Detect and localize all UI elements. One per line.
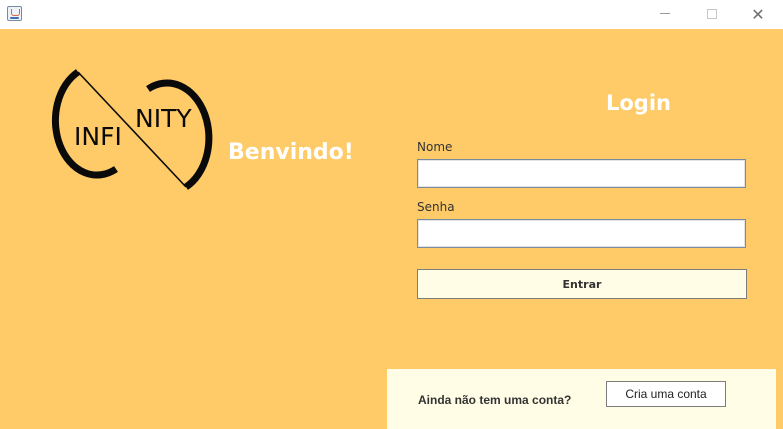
app-window: ✕ INFI NITY Benvindo! Login Nome Senha E… <box>0 0 783 429</box>
minimize-icon <box>660 13 670 14</box>
maximize-button[interactable] <box>689 0 735 29</box>
signup-panel: Ainda não tem uma conta? Cria uma conta <box>387 369 776 429</box>
title-bar: ✕ <box>0 0 783 29</box>
java-app-icon <box>7 6 22 21</box>
maximize-icon <box>707 8 717 19</box>
close-button[interactable]: ✕ <box>735 0 781 29</box>
name-input[interactable] <box>417 159 746 188</box>
infinity-logo: INFI NITY <box>51 69 213 190</box>
minimize-button[interactable] <box>642 0 688 29</box>
close-icon: ✕ <box>751 5 765 24</box>
login-title: Login <box>606 91 671 115</box>
logo-text-right: NITY <box>135 104 192 133</box>
no-account-text: Ainda não tem uma conta? <box>418 393 572 407</box>
password-label: Senha <box>417 200 455 214</box>
logo-text-left: INFI <box>74 122 122 151</box>
login-button[interactable]: Entrar <box>417 269 747 299</box>
password-input[interactable] <box>417 219 746 248</box>
login-screen: INFI NITY Benvindo! Login Nome Senha Ent… <box>0 29 783 429</box>
welcome-heading: Benvindo! <box>228 140 354 165</box>
name-label: Nome <box>417 140 453 154</box>
create-account-button[interactable]: Cria uma conta <box>606 381 726 407</box>
